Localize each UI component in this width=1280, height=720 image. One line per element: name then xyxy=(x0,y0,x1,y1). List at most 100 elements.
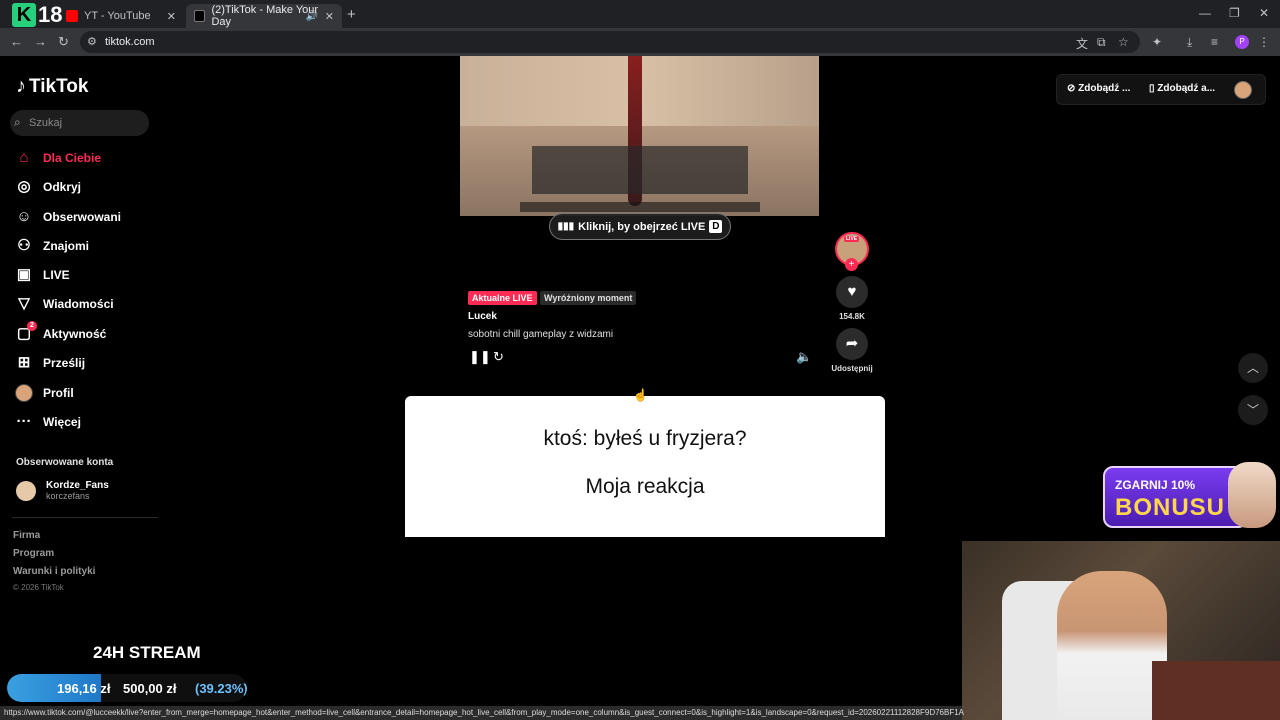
card-caption-line1: ktoś: byłeś u fryzjera? xyxy=(543,427,747,450)
sidebar-item-label: Prześlij xyxy=(43,356,86,370)
sidebar-divider xyxy=(12,517,158,518)
window-close-icon[interactable]: ✕ xyxy=(1259,6,1269,20)
footer-link-program[interactable]: Program xyxy=(13,548,54,559)
tiktok-logo[interactable]: ♪ TikTok xyxy=(16,75,88,98)
sidebar-item-messages[interactable]: ▽ Wiadomości xyxy=(15,294,114,314)
copyright: © 2026 TikTok xyxy=(13,583,64,592)
extensions-icon[interactable]: ✦ xyxy=(1152,35,1162,49)
tiktok-note-icon: ♪ xyxy=(16,75,26,97)
back-icon[interactable]: ← xyxy=(10,34,23,49)
restore-icon[interactable]: ❐ xyxy=(1229,6,1240,20)
scroll-down-button[interactable]: ﹀ xyxy=(1238,395,1268,425)
search-box[interactable]: ⌕ xyxy=(10,110,149,136)
sidebar-item-for-you[interactable]: ⌂ Dla Ciebie xyxy=(15,148,101,168)
chevron-up-icon: ︿ xyxy=(1246,361,1259,375)
scroll-up-button[interactable]: ︿ xyxy=(1238,353,1268,383)
shortcut-key: D xyxy=(709,220,723,233)
reading-list-icon[interactable]: ≡ xyxy=(1211,35,1218,49)
tab-label: YT - YouTube xyxy=(84,10,151,22)
tab-tiktok[interactable]: (2)TikTok - Make Your Day 🔊 ✕ xyxy=(186,4,342,28)
sidebar-item-label: Profil xyxy=(43,386,74,400)
sidebar-item-more[interactable]: ··· Więcej xyxy=(15,412,81,432)
video-hud xyxy=(520,202,760,212)
audio-playing-icon[interactable]: 🔊 xyxy=(306,11,318,22)
install-app-icon[interactable]: ⧉ xyxy=(1097,35,1106,50)
activity-badge: 2 xyxy=(27,321,37,331)
reload-icon[interactable]: ↻ xyxy=(58,34,69,50)
get-app-button[interactable]: ▯ Zdobądź a... xyxy=(1149,83,1215,94)
profile-avatar xyxy=(15,384,33,402)
k18-logo-number: 18 xyxy=(38,2,63,27)
k18-logo-k: K xyxy=(12,3,36,27)
sidebar-item-label: Obserwowani xyxy=(43,210,122,224)
video-author[interactable]: Lucek xyxy=(468,311,497,322)
bonus-banner: ZGARNIJ 10% BONUSU xyxy=(1103,466,1248,528)
donation-current: 196,16 zł xyxy=(57,681,111,696)
next-video-card[interactable]: ktoś: byłeś u fryzjera? Moja reakcja xyxy=(405,396,885,537)
new-tab-icon[interactable]: + xyxy=(347,6,356,23)
followed-account[interactable]: Kordze_Fans korczefans xyxy=(16,480,109,501)
sidebar-item-label: Wiadomości xyxy=(43,297,114,311)
live-video-preview[interactable] xyxy=(460,56,819,216)
bonus-line2: BONUSU xyxy=(1115,494,1226,521)
home-icon: ⌂ xyxy=(19,149,29,166)
card-caption-line2: Moja reakcja xyxy=(585,475,705,498)
sidebar-item-explore[interactable]: ◎ Odkryj xyxy=(15,177,81,197)
live-icon: ▣ xyxy=(16,266,32,283)
share-icon: ➦ xyxy=(845,335,859,352)
forward-icon[interactable]: → xyxy=(34,34,47,49)
activity-icon: ▢ 2 xyxy=(15,321,37,343)
highlight-tag: Wyróżniony moment xyxy=(540,291,637,305)
footer-link-terms[interactable]: Warunki i polityki xyxy=(13,566,95,577)
followed-account-name: Kordze_Fans xyxy=(46,480,109,491)
bonus-mascot xyxy=(1228,462,1276,528)
sidebar-item-following[interactable]: ☺ Obserwowani xyxy=(15,207,121,227)
avatar-live-badge: LIVE xyxy=(844,236,860,242)
replay-icon[interactable]: ↻ xyxy=(493,349,504,365)
downloads-icon[interactable]: ⤓ xyxy=(1187,35,1192,50)
tab-youtube[interactable]: YT - YouTube ✕ xyxy=(58,4,184,28)
close-tab-icon[interactable]: ✕ xyxy=(167,10,176,23)
chrome-menu-icon[interactable]: ⋮ xyxy=(1258,35,1270,49)
more-icon: ··· xyxy=(16,413,32,430)
sidebar-item-profile[interactable]: Profil xyxy=(15,383,74,403)
live-bars-icon: ▮▮▮ xyxy=(557,221,575,232)
sidebar-item-live[interactable]: ▣ LIVE xyxy=(15,265,70,285)
bookmark-star-icon[interactable]: ☆ xyxy=(1118,35,1129,49)
live-tag: Aktualne LIVE xyxy=(468,291,537,305)
sidebar-item-activity[interactable]: ▢ 2 Aktywność xyxy=(15,321,107,344)
address-bar[interactable]: ⚙ tiktok.com xyxy=(80,31,1140,53)
follow-plus-icon[interactable]: + xyxy=(845,258,858,271)
user-avatar[interactable] xyxy=(1234,81,1252,99)
video-description: sobotni chill gameplay z widzami xyxy=(468,329,614,340)
upload-icon: ⊞ xyxy=(17,354,31,371)
webcam-streamer xyxy=(1057,571,1167,720)
bonus-line1: ZGARNIJ 10% xyxy=(1115,478,1196,492)
search-input[interactable] xyxy=(29,114,144,132)
status-url: https://www.tiktok.com/@lucceekk/live?en… xyxy=(4,708,964,717)
address-toolbar: ← → ↻ ⚙ tiktok.com 文 ⧉ ☆ ✦ ⤓ ≡ ⋮ xyxy=(0,28,1280,56)
followed-accounts-title: Obserwowane konta xyxy=(16,457,114,468)
volume-icon[interactable]: 🔈 xyxy=(796,349,812,365)
footer-link-company[interactable]: Firma xyxy=(13,530,40,541)
video-text-panel xyxy=(532,146,748,194)
browser-profile-avatar[interactable]: P xyxy=(1235,35,1249,49)
brand-name: TikTok xyxy=(29,75,89,97)
sidebar-item-friends[interactable]: ⚇ Znajomi xyxy=(15,236,89,256)
like-button[interactable]: ♥ xyxy=(836,276,868,308)
get-coins-label: Zdobądź ... xyxy=(1078,83,1131,94)
close-tab-icon[interactable]: ✕ xyxy=(325,10,334,23)
get-coins-button[interactable]: ⊘ Zdobądź ... xyxy=(1067,83,1130,94)
share-button[interactable]: ➦ xyxy=(836,328,868,360)
sidebar-item-label: Aktywność xyxy=(43,327,107,341)
minimize-icon[interactable]: — xyxy=(1199,6,1211,20)
coin-icon: ⊘ xyxy=(1067,83,1076,94)
pause-icon[interactable]: ❚❚ xyxy=(469,349,491,365)
browser-tab-bar: YT - YouTube ✕ (2)TikTok - Make Your Day… xyxy=(0,0,1280,28)
site-info-icon[interactable]: ⚙ xyxy=(87,35,97,48)
watch-live-button[interactable]: ▮▮▮ Kliknij, by obejrzeć LIVE D xyxy=(549,213,731,240)
sidebar-item-upload[interactable]: ⊞ Prześlij xyxy=(15,353,85,373)
translate-icon[interactable]: 文 xyxy=(1076,35,1088,52)
sidebar-item-label: LIVE xyxy=(43,268,70,282)
compass-icon: ◎ xyxy=(17,178,31,195)
